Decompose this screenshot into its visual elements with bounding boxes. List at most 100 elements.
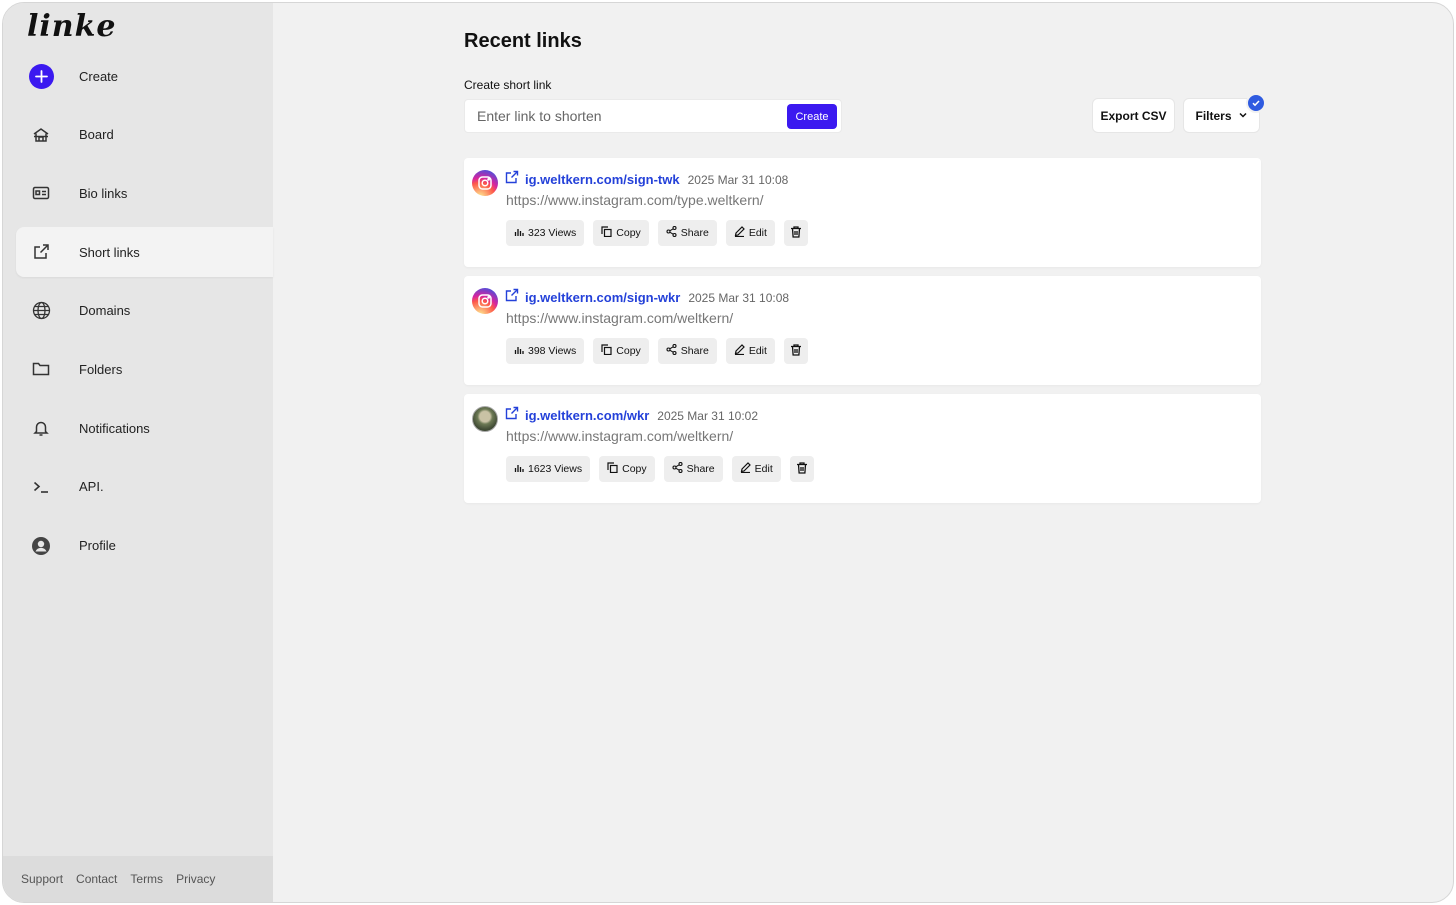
delete-button[interactable] <box>789 456 814 482</box>
edit-label: Edit <box>748 227 767 239</box>
link-card: ig.weltkern.com/sign-wkr 2025 Mar 31 10:… <box>464 276 1261 385</box>
copy-button[interactable]: Copy <box>593 220 649 246</box>
pencil-icon <box>734 344 745 358</box>
sidebar: linke Create Board Bio links Short links… <box>3 3 273 902</box>
edit-button[interactable]: Edit <box>731 456 781 482</box>
copy-label: Copy <box>616 227 641 239</box>
footer-link-privacy[interactable]: Privacy <box>176 872 215 886</box>
sidebar-item-label: Notifications <box>79 420 150 436</box>
pencil-icon <box>740 462 751 476</box>
page-title: Recent links <box>464 30 582 52</box>
bar-chart-icon <box>514 463 524 476</box>
chevron-down-icon <box>1238 109 1248 123</box>
copy-label: Copy <box>616 345 641 357</box>
create-short-link-label: Create short link <box>464 78 552 92</box>
footer-link-terms[interactable]: Terms <box>130 872 163 886</box>
instagram-icon <box>472 288 498 314</box>
filters-label: Filters <box>1195 108 1232 123</box>
terminal-icon <box>28 474 54 500</box>
app-window: linke Create Board Bio links Short links… <box>2 2 1454 903</box>
plus-circle-icon <box>28 63 54 89</box>
external-link-icon[interactable] <box>505 288 519 307</box>
bar-chart-icon <box>514 345 524 358</box>
short-url-link[interactable]: ig.weltkern.com/sign-wkr <box>525 290 680 305</box>
trash-icon <box>789 225 803 242</box>
app-logo[interactable]: linke <box>27 9 116 44</box>
copy-button[interactable]: Copy <box>593 338 649 364</box>
footer-link-support[interactable]: Support <box>21 872 63 886</box>
edit-label: Edit <box>748 345 767 357</box>
sidebar-item-profile[interactable]: Profile <box>3 521 273 571</box>
copy-button[interactable]: Copy <box>599 456 655 482</box>
sidebar-item-api[interactable]: API. <box>3 462 273 512</box>
sidebar-item-bio-links[interactable]: Bio links <box>3 168 273 218</box>
share-button[interactable]: Share <box>657 338 717 364</box>
destination-url: https://www.instagram.com/weltkern/ <box>506 310 734 326</box>
share-label: Share <box>680 227 709 239</box>
pencil-icon <box>734 226 745 240</box>
export-csv-button[interactable]: Export CSV <box>1092 98 1175 133</box>
sidebar-item-label: Short links <box>79 244 140 260</box>
sidebar-item-notifications[interactable]: Notifications <box>3 403 273 453</box>
bell-icon <box>28 415 54 441</box>
sidebar-item-board[interactable]: Board <box>3 110 273 160</box>
create-short-link-button[interactable]: Create <box>787 104 837 129</box>
copy-label: Copy <box>622 463 647 475</box>
profile-photo <box>472 406 498 432</box>
edit-label: Edit <box>754 463 773 475</box>
sidebar-item-label: Create <box>79 68 119 84</box>
link-card: ig.weltkern.com/sign-twk 2025 Mar 31 10:… <box>464 158 1261 267</box>
views-count: 323 Views <box>528 227 577 239</box>
instagram-icon <box>472 170 498 196</box>
main-content: Recent links Create short link Create Ex… <box>273 3 1453 902</box>
share-button[interactable]: Share <box>663 456 723 482</box>
link-actions: 1623 Views Copy Share Edit <box>506 456 814 482</box>
link-timestamp: 2025 Mar 31 10:02 <box>657 408 759 423</box>
destination-url: https://www.instagram.com/weltkern/ <box>506 428 734 444</box>
external-link-icon[interactable] <box>505 170 519 189</box>
globe-icon <box>28 298 54 324</box>
copy-icon <box>601 344 612 358</box>
sidebar-item-label: Bio links <box>79 185 128 201</box>
check-icon <box>1246 93 1266 113</box>
folder-icon <box>28 356 54 382</box>
trash-icon <box>795 461 809 478</box>
share-icon <box>666 225 677 240</box>
sidebar-item-domains[interactable]: Domains <box>3 286 273 336</box>
sidebar-item-label: Domains <box>79 303 131 319</box>
sidebar-item-label: Folders <box>79 361 123 377</box>
short-url-link[interactable]: ig.weltkern.com/wkr <box>525 408 649 423</box>
sidebar-item-short-links[interactable]: Short links <box>16 227 273 278</box>
views-button[interactable]: 398 Views <box>506 338 585 364</box>
external-link-icon[interactable] <box>505 406 519 425</box>
id-card-icon <box>28 180 54 206</box>
edit-button[interactable]: Edit <box>725 338 775 364</box>
link-header: ig.weltkern.com/wkr 2025 Mar 31 10:02 <box>505 406 758 425</box>
copy-icon <box>601 226 612 240</box>
share-label: Share <box>686 463 715 475</box>
sidebar-item-folders[interactable]: Folders <box>3 344 273 394</box>
link-timestamp: 2025 Mar 31 10:08 <box>687 172 789 187</box>
link-header: ig.weltkern.com/sign-twk 2025 Mar 31 10:… <box>505 170 788 189</box>
sidebar-footer: Support Contact Terms Privacy <box>3 856 273 902</box>
sidebar-item-label: API. <box>79 479 104 495</box>
link-actions: 323 Views Copy Share Edit <box>506 220 808 246</box>
shorten-url-input[interactable] <box>465 100 785 132</box>
share-icon <box>672 461 683 476</box>
link-header: ig.weltkern.com/sign-wkr 2025 Mar 31 10:… <box>505 288 789 307</box>
views-button[interactable]: 1623 Views <box>506 456 591 482</box>
share-button[interactable]: Share <box>657 220 717 246</box>
views-button[interactable]: 323 Views <box>506 220 585 246</box>
sidebar-item-create[interactable]: Create <box>3 51 273 101</box>
edit-button[interactable]: Edit <box>725 220 775 246</box>
external-link-icon <box>28 239 54 265</box>
share-label: Share <box>680 345 709 357</box>
views-count: 1623 Views <box>528 463 583 475</box>
footer-link-contact[interactable]: Contact <box>76 872 117 886</box>
delete-button[interactable] <box>783 220 808 246</box>
delete-button[interactable] <box>783 338 808 364</box>
short-url-link[interactable]: ig.weltkern.com/sign-twk <box>525 172 680 187</box>
link-timestamp: 2025 Mar 31 10:08 <box>688 290 790 305</box>
views-count: 398 Views <box>528 345 577 357</box>
trash-icon <box>789 343 803 360</box>
